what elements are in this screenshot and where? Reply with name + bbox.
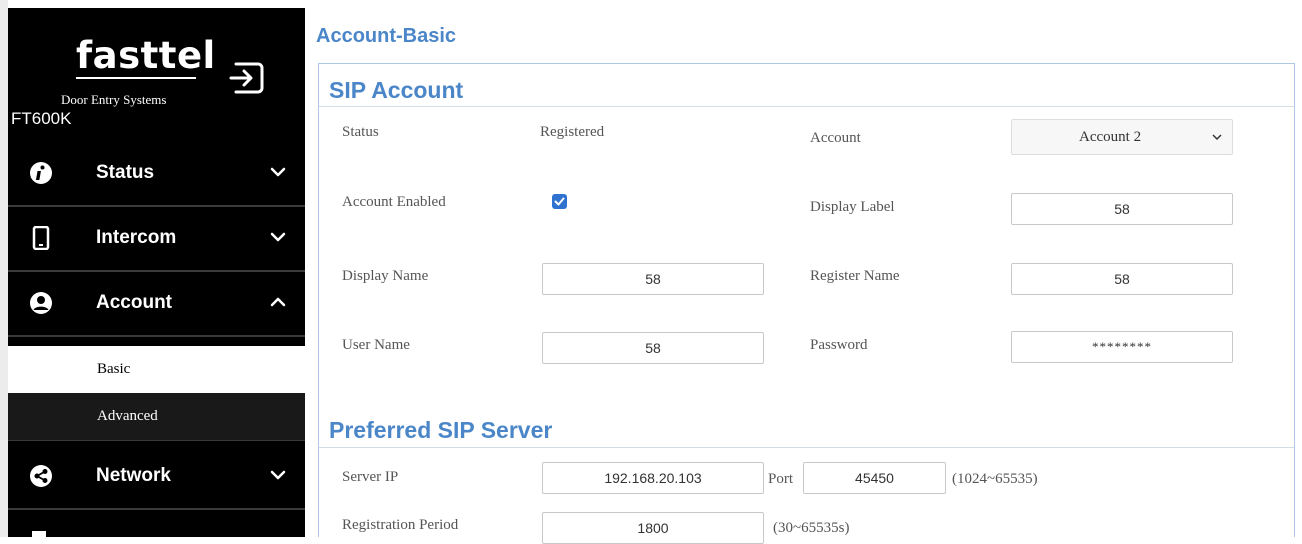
account-enabled-checkbox[interactable] (552, 194, 567, 209)
sidebar-subitem-basic[interactable]: Basic (8, 346, 305, 393)
register-name-input[interactable] (1011, 263, 1233, 295)
display-name-label: Display Name (342, 268, 429, 284)
account-select[interactable]: Account 2 (1011, 119, 1233, 155)
port-range-hint: (1024~65535) (952, 471, 1038, 487)
display-name-input[interactable] (542, 263, 764, 295)
page-title: Account-Basic (316, 25, 457, 47)
sidebar: fasttel Door Entry Systems FT600K Status (8, 8, 305, 537)
port-input[interactable] (803, 462, 946, 494)
checkmark-icon (554, 197, 565, 206)
status-value: Registered (540, 124, 605, 140)
brand-header: fasttel Door Entry Systems FT600K (8, 8, 305, 142)
device-model: FT600K (11, 109, 72, 128)
subitem-label-advanced: Advanced (97, 408, 158, 424)
register-name-label: Register Name (810, 268, 900, 284)
partial-icon (32, 531, 46, 537)
user-icon (30, 292, 52, 314)
subitem-label-basic: Basic (97, 361, 131, 377)
registration-period-range-hint: (30~65535s) (773, 520, 850, 536)
nav-label-status: Status (96, 162, 155, 183)
display-label-label: Display Label (810, 199, 895, 215)
account-enabled-label: Account Enabled (342, 194, 446, 210)
chevron-down-icon (1212, 134, 1222, 141)
info-icon (30, 162, 52, 184)
account-select-value: Account 2 (1079, 129, 1142, 145)
sidebar-subitem-advanced[interactable]: Advanced (8, 393, 305, 441)
status-label: Status (342, 124, 379, 140)
nav-label-intercom: Intercom (96, 227, 177, 248)
scroll-edge (1295, 0, 1302, 537)
nav-item-status[interactable]: Status (8, 142, 305, 207)
phone-icon (32, 226, 50, 250)
nav-label-network: Network (96, 465, 171, 486)
password-label: Password (810, 337, 868, 353)
brand-tagline: Door Entry Systems (61, 92, 167, 107)
password-input[interactable] (1011, 331, 1233, 363)
section-title-preferred-sip-server: Preferred SIP Server (329, 417, 553, 443)
chevron-down-icon (270, 470, 286, 480)
port-label: Port (768, 471, 794, 487)
display-label-input[interactable] (1011, 193, 1233, 225)
server-ip-label: Server IP (342, 469, 399, 485)
registration-period-input[interactable] (542, 512, 764, 544)
server-ip-input[interactable] (542, 462, 764, 494)
network-icon (30, 465, 52, 487)
nav-item-partial[interactable] (8, 510, 305, 537)
user-name-input[interactable] (542, 332, 764, 364)
registration-period-label: Registration Period (342, 517, 459, 533)
logout-icon (229, 62, 264, 94)
nav-item-account[interactable]: Account (8, 272, 305, 337)
logo: fasttel (76, 34, 216, 77)
page-edge (0, 0, 8, 537)
chevron-down-icon (270, 167, 286, 177)
logo-underline (76, 77, 196, 79)
account-label: Account (810, 130, 861, 146)
section-divider (319, 106, 1294, 107)
logout-button[interactable] (228, 56, 268, 100)
user-name-label: User Name (342, 337, 410, 353)
section-title-sip-account: SIP Account (329, 77, 464, 103)
chevron-up-icon (270, 297, 286, 307)
nav-label-account: Account (96, 292, 172, 313)
chevron-down-icon (270, 232, 286, 242)
nav-item-network[interactable]: Network (8, 445, 305, 510)
nav-item-intercom[interactable]: Intercom (8, 207, 305, 272)
section-divider (319, 447, 1294, 448)
